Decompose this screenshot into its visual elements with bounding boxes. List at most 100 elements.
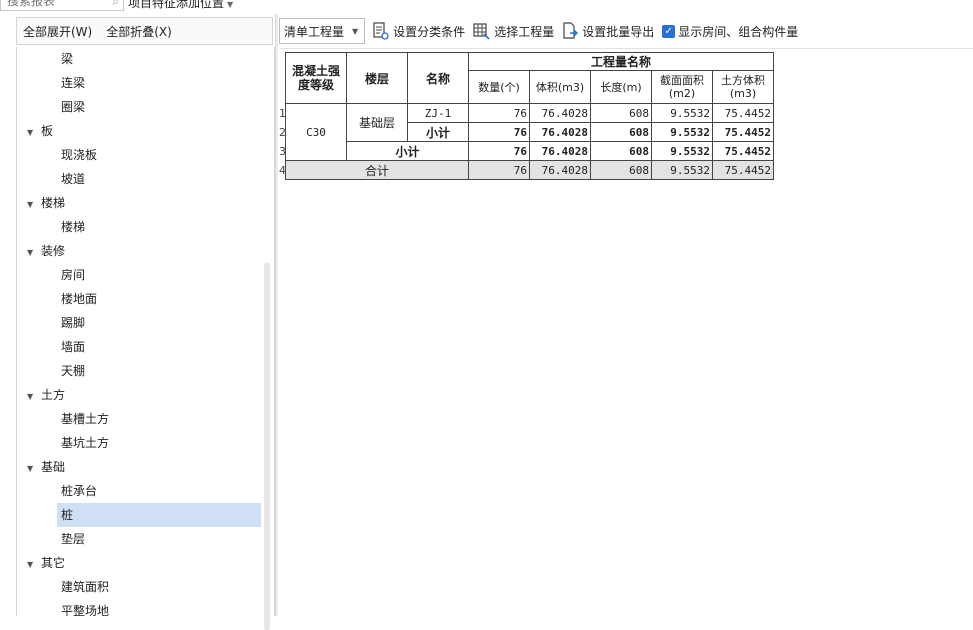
tree-item[interactable]: 平整场地 xyxy=(17,599,261,616)
tree-item-label: 圈梁 xyxy=(61,100,86,114)
tree-group[interactable]: ▼ 板 xyxy=(17,119,261,143)
tree-item[interactable]: 房间 xyxy=(17,263,261,287)
report-search-input[interactable] xyxy=(1,0,101,10)
table-row: C30 基础层 ZJ-1 76 76.4028 608 9.5532 75.44… xyxy=(285,103,774,161)
tree-item[interactable]: 楼梯 xyxy=(17,215,261,239)
header-length: 长度(m) xyxy=(590,70,652,104)
cell-volume[interactable]: 76.4028 xyxy=(529,103,591,123)
tree-item[interactable]: 基槽土方 xyxy=(17,407,261,431)
tree-toolbar: 全部展开(W) 全部折叠(X) xyxy=(16,17,273,45)
show-rooms-label: 显示房间、组合构件量 xyxy=(678,24,799,39)
cell-volume[interactable]: 76.4028 xyxy=(529,160,591,180)
tree-item-label: 房间 xyxy=(61,268,86,282)
tree-item[interactable]: 楼地面 xyxy=(17,287,261,311)
tree-item-label: 建筑面积 xyxy=(61,580,110,594)
tree-item-label: 垫层 xyxy=(61,532,86,546)
tree-group[interactable]: ▼ 其它 xyxy=(17,551,261,575)
report-search-box[interactable]: ⌕ xyxy=(0,0,124,11)
cell-volume[interactable]: 76.4028 xyxy=(529,141,591,161)
cell-count[interactable]: 76 xyxy=(468,160,530,180)
tree-item[interactable]: 墙面 xyxy=(17,335,261,359)
cell-section-area[interactable]: 9.5532 xyxy=(651,103,713,123)
search-icon[interactable]: ⌕ xyxy=(112,0,119,9)
cell-earth-volume[interactable]: 75.4452 xyxy=(712,122,774,142)
tree-group[interactable]: ▼ 基础 xyxy=(17,455,261,479)
table-row-total: 合计 76 76.4028 608 9.5532 75.4452 xyxy=(285,160,774,180)
expand-arrow-icon[interactable]: ▼ xyxy=(27,385,41,409)
tree-item-label: 梁 xyxy=(61,52,74,66)
panel-splitter[interactable] xyxy=(275,14,278,616)
cell-floor[interactable]: 基础层 xyxy=(346,103,408,142)
cell-section-area[interactable]: 9.5532 xyxy=(651,141,713,161)
cell-subtotal-label[interactable]: 小计 xyxy=(346,141,469,161)
expand-all-button[interactable]: 全部展开(W) xyxy=(23,23,92,40)
quantity-type-select[interactable]: 清单工程量 ▼ xyxy=(279,18,366,44)
cell-earth-volume[interactable]: 75.4452 xyxy=(712,103,774,123)
tree-item-label: 桩 xyxy=(61,508,74,522)
tree-group[interactable]: ▼ 土方 xyxy=(17,383,261,407)
category-tree: 梁连梁 圈梁 ▼ 板现浇板 坡道 ▼ 楼梯 楼梯 ▼ 装修 房间 楼地面 踢脚 墙面 天棚 ▼ 土方 基槽土方 基坑… xyxy=(16,47,275,616)
tree-item-label: 桩承台 xyxy=(61,484,98,498)
cell-count[interactable]: 76 xyxy=(468,141,530,161)
tree-item-label: 连梁 xyxy=(61,76,86,90)
collapse-all-button[interactable]: 全部折叠(X) xyxy=(106,23,172,40)
tree-item[interactable]: 垫层 xyxy=(17,527,261,551)
tree-group[interactable]: ▼ 楼梯 xyxy=(17,191,261,215)
table-row: 小计 76 76.4028 608 9.5532 75.4452 xyxy=(286,141,774,161)
tree-item[interactable]: 桩承台 xyxy=(17,479,261,503)
checkbox-checked-icon: ✓ xyxy=(662,24,676,38)
header-floor: 楼层 xyxy=(346,52,408,104)
tree-item-label: 基坑土方 xyxy=(61,436,110,450)
cell-count[interactable]: 76 xyxy=(468,103,530,123)
tree-item[interactable]: 圈梁 xyxy=(17,95,261,119)
chevron-down-icon: ▼ xyxy=(227,0,234,9)
tree-item[interactable]: 坡道 xyxy=(17,167,261,191)
tree-item[interactable]: 梁 xyxy=(17,47,261,71)
show-rooms-checkbox[interactable]: ✓ 显示房间、组合构件量 xyxy=(662,23,798,40)
set-category-button[interactable]: 设置分类条件 xyxy=(373,22,465,40)
tree-item[interactable]: 天棚 xyxy=(17,359,261,383)
tree-item[interactable]: 踢脚 xyxy=(17,311,261,335)
tree-item-label: 装修 xyxy=(41,244,66,258)
feature-position-dropdown[interactable]: 项目特征添加位置 ▼ xyxy=(128,0,233,11)
expand-arrow-icon[interactable]: ▼ xyxy=(27,241,41,265)
cell-volume[interactable]: 76.4028 xyxy=(529,122,591,142)
cell-subtotal-label[interactable]: 小计 xyxy=(407,122,469,142)
cell-length[interactable]: 608 xyxy=(590,141,652,161)
cell-count[interactable]: 76 xyxy=(468,122,530,142)
tree-item-label: 楼梯 xyxy=(41,196,66,210)
cell-section-area[interactable]: 9.5532 xyxy=(651,160,713,180)
cell-earth-volume[interactable]: 75.4452 xyxy=(712,141,774,161)
tree-item[interactable]: 现浇板 xyxy=(17,143,261,167)
tree-scrollbar[interactable] xyxy=(264,263,270,630)
tree-item-label: 其它 xyxy=(41,556,66,570)
expand-arrow-icon[interactable]: ▼ xyxy=(27,121,41,145)
header-grade: 混凝土强度等级 xyxy=(285,52,347,104)
cell-name[interactable]: ZJ-1 xyxy=(407,103,469,123)
tree-item-label: 基槽土方 xyxy=(61,412,110,426)
cell-section-area[interactable]: 9.5532 xyxy=(651,122,713,142)
category-panel: 全部展开(W) 全部折叠(X) 梁连梁 圈梁 ▼ 板现浇板 坡道 ▼ 楼梯 楼梯 ▼ 装修 房间 楼地… xyxy=(0,14,275,630)
select-quantity-button[interactable]: 选择工程量 xyxy=(473,22,554,40)
grid-select-icon xyxy=(473,22,490,40)
cell-length[interactable]: 608 xyxy=(590,103,652,123)
expand-arrow-icon[interactable]: ▼ xyxy=(27,457,41,481)
tree-item[interactable]: 桩 xyxy=(57,503,261,527)
batch-export-button[interactable]: 设置批量导出 xyxy=(562,22,654,40)
tree-item-label: 楼地面 xyxy=(61,292,98,306)
tree-item[interactable]: 连梁 xyxy=(17,71,261,95)
cell-length[interactable]: 608 xyxy=(590,122,652,142)
header-quantity-group: 工程量名称 xyxy=(468,52,774,71)
tree-item-label: 基础 xyxy=(41,460,66,474)
tree-group[interactable]: ▼ 装修 xyxy=(17,239,261,263)
tree-item[interactable]: 基坑土方 xyxy=(17,431,261,455)
expand-arrow-icon[interactable]: ▼ xyxy=(27,553,41,577)
expand-arrow-icon[interactable]: ▼ xyxy=(27,193,41,217)
cell-length[interactable]: 608 xyxy=(590,160,652,180)
quantity-type-value: 清单工程量 xyxy=(284,24,345,39)
cell-total-label[interactable]: 合计 xyxy=(285,160,469,180)
header-earth-volume: 土方体积(m3) xyxy=(712,70,774,104)
cell-earth-volume[interactable]: 75.4452 xyxy=(712,160,774,180)
tree-item[interactable]: 建筑面积 xyxy=(17,575,261,599)
cell-grade[interactable]: C30 xyxy=(285,103,347,161)
